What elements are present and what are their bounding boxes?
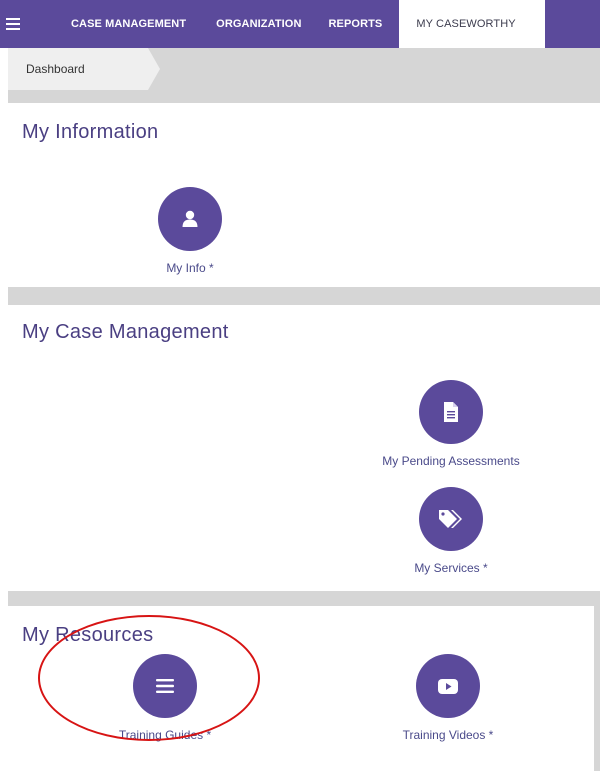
- section-title: My Information: [22, 121, 159, 143]
- breadcrumb-dashboard[interactable]: Dashboard: [8, 48, 148, 90]
- tile-label: My Info *: [166, 261, 214, 275]
- tile-label: Training Videos *: [402, 728, 494, 742]
- document-icon: [419, 380, 483, 444]
- hamburger-icon[interactable]: [0, 0, 26, 48]
- section-title: My Case Management: [22, 321, 229, 343]
- tags-icon: [419, 487, 483, 551]
- nav-my-caseworthy[interactable]: MY CASEWORTHY: [399, 0, 546, 48]
- nav-organization[interactable]: ORGANIZATION: [216, 0, 328, 48]
- section-divider: [8, 591, 600, 606]
- youtube-icon: [416, 654, 480, 718]
- nav-case-management[interactable]: CASE MANAGEMENT: [26, 0, 216, 48]
- top-nav: CASE MANAGEMENT ORGANIZATION REPORTS MY …: [0, 0, 600, 48]
- tile-my-services[interactable]: My Services *: [382, 487, 520, 575]
- tile-my-info[interactable]: My Info *: [128, 187, 252, 275]
- breadcrumb: Dashboard: [8, 48, 600, 103]
- user-icon: [158, 187, 222, 251]
- nav-reports[interactable]: REPORTS: [329, 0, 400, 48]
- tile-training-videos[interactable]: Training Videos *: [373, 654, 523, 742]
- section-divider: [8, 287, 600, 305]
- highlight-ellipse: [38, 615, 260, 741]
- breadcrumb-arrow: [148, 48, 160, 90]
- section-my-case-management: My Case Management My Pending Assessment…: [8, 305, 600, 591]
- tile-my-pending-assessments[interactable]: My Pending Assessments: [348, 380, 554, 468]
- tile-label: My Pending Assessments: [382, 454, 520, 468]
- tile-label: My Services *: [414, 561, 488, 575]
- panel-border: [594, 606, 600, 771]
- section-my-information: My Information My Info *: [8, 103, 600, 287]
